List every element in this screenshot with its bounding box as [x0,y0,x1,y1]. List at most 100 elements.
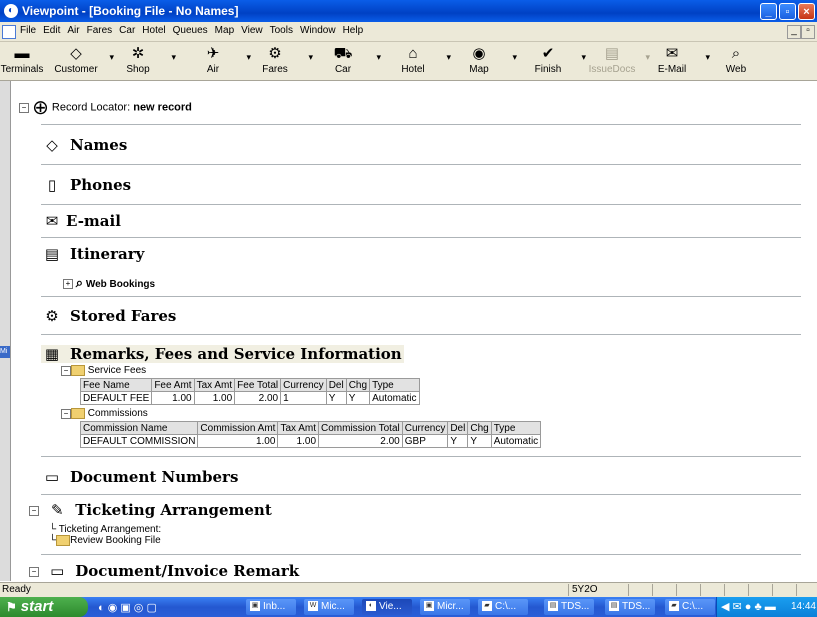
table-row[interactable]: DEFAULT COMMISSION 1.00 1.00 2.00 GBP Y Y Autom… [79,434,542,448]
table-cell: 1.00 [193,391,236,405]
menu-item-map[interactable]: Map [215,25,234,36]
taskbar-button[interactable]: ◐ Vie... [362,599,412,615]
menu-item-air[interactable]: Air [67,25,79,36]
table-cell: Commission Name [79,421,199,435]
collapse-toggle-icon[interactable]: − [29,506,39,516]
toolbar-hotel-button[interactable]: ⌂ Hotel ▾ [383,44,451,75]
mdi-minimize-button[interactable]: _ [787,25,801,39]
menu-item-car[interactable]: Car [119,25,135,36]
section-phones[interactable]: ▯ Phones [41,176,131,194]
taskbar-button[interactable]: ▰ C:\... [665,599,715,615]
task-app-icon: ▰ [669,601,679,612]
toolbar-web-button[interactable]: ⌕ Web [706,44,766,75]
menu-item-hotel[interactable]: Hotel [142,25,165,36]
background-window-tab[interactable]: Mi [0,346,10,358]
document-icon: ▤ [604,45,620,62]
section-email[interactable]: ✉ E-mail [41,212,121,230]
toolbar-fares-button[interactable]: ⚙ Fares ▾ [245,44,313,75]
taskbar-button[interactable]: ▤ TDS... [544,599,594,615]
menu-item-help[interactable]: Help [343,25,364,36]
section-document-numbers[interactable]: ▭ Document Numbers [41,468,239,486]
review-booking-file-item[interactable]: └ Review Booking File [49,535,161,546]
taskbar-button[interactable]: ▰ C:\... [478,599,528,615]
folder-icon [56,535,71,546]
toolbar-issuedocs-button[interactable]: ▤ IssueDocs ▾ [582,44,650,75]
toolbar-car-button[interactable]: ⛟ Car ▾ [313,44,381,75]
title-bar: ◐ Viewpoint - [Booking File - No Names] … [0,0,817,22]
toolbar-label: Car [334,64,352,75]
taskbar-button[interactable]: ▤ TDS... [605,599,655,615]
task-app-icon: ▤ [548,601,558,612]
quick-launch-icons[interactable]: ◐ ◉ ▣ ◎ ▢ [98,601,157,614]
car-icon: ⛟ [333,45,353,62]
section-remarks[interactable]: ▦ Remarks, Fees and Service Information [41,345,404,363]
section-document-invoice-remark[interactable]: − ▭ Document/Invoice Remark [29,562,299,580]
menu-item-fares[interactable]: Fares [87,25,113,36]
service-fees-node[interactable]: − Service Fees [61,365,146,376]
divider [41,554,801,555]
close-button[interactable]: × [798,3,815,20]
collapse-toggle-icon[interactable]: − [19,102,29,113]
dropdown-arrow-icon[interactable]: ▾ [512,52,517,63]
toolbar-terminals-button[interactable]: ▬ Terminals [0,44,52,75]
windows-flag-icon: ⚑ [6,600,17,614]
divider [41,204,801,205]
taskbar-button[interactable]: W Mic... [304,599,354,615]
status-pane [748,584,771,596]
mdi-restore-button[interactable]: ▫ [801,25,815,39]
ticketing-arrangement-item[interactable]: └ Ticketing Arrangement: [49,524,161,535]
tray-icons[interactable]: ◀ ✉ ● ♣ ▬ [721,600,776,613]
email-icon: ✉ [665,45,679,62]
section-names[interactable]: ◇ Names [41,136,127,154]
section-stored-fares[interactable]: ⚙ Stored Fares [41,307,176,325]
menu-item-queues[interactable]: Queues [173,25,208,36]
collapse-toggle-icon[interactable]: − [29,567,39,577]
menu-item-file[interactable]: File [20,25,36,36]
web-bookings-item[interactable]: + ⌕ Web Bookings [63,275,155,291]
table-cell: Y [447,434,469,448]
document-numbers-icon: ▭ [44,468,60,486]
maximize-button[interactable]: ▫ [779,3,796,20]
menu-item-view[interactable]: View [241,25,263,36]
section-ticketing[interactable]: − ✎ Ticketing Arrangement [29,501,272,519]
table-cell: Fee Total [234,378,282,392]
toolbar-finish-button[interactable]: ✔ Finish ▾ [518,44,586,75]
table-row[interactable]: DEFAULT FEE 1.00 1.00 2.00 1 Y Y Automatic [79,391,420,405]
section-remarks-label: Remarks, Fees and Service Information [70,345,402,363]
dropdown-arrow-icon[interactable]: ▾ [376,52,381,63]
table-cell: 1.00 [277,434,320,448]
table-cell: Tax Amt [193,378,236,392]
commissions-label: Commissions [87,408,148,420]
toolbar-map-button[interactable]: ◉ Map ▾ [449,44,517,75]
toolbar-email-button[interactable]: ✉ E-Mail ▾ [642,44,710,75]
toolbar-label: IssueDocs [588,64,636,75]
expand-toggle-icon[interactable]: + [63,279,73,290]
toolbar-customer-button[interactable]: ◇ Customer ▾ [46,44,114,75]
divider [41,237,801,238]
document-window-icon[interactable] [2,25,16,39]
section-document-invoice-label: Document/Invoice Remark [75,562,300,580]
viewpoint-app-icon[interactable]: ◐ [4,4,18,18]
record-locator-label: Record Locator: [51,101,131,114]
section-names-label: Names [70,136,128,154]
toolbar-air-button[interactable]: ✈ Air ▾ [183,44,251,75]
menu-item-tools[interactable]: Tools [270,25,293,36]
menu-item-window[interactable]: Window [300,25,336,36]
dropdown-arrow-icon[interactable]: ▾ [171,52,176,63]
start-button[interactable]: ⚑ start [0,597,88,617]
toolbar-shop-button[interactable]: ✲ Shop ▾ [108,44,176,75]
collapse-toggle-icon[interactable]: − [61,365,71,376]
status-code: 5Y2O [572,584,598,595]
section-itinerary[interactable]: ▤ Itinerary [41,245,144,263]
invoice-remark-icon: ▭ [50,562,65,580]
toolbar-label: Shop [126,64,150,75]
minimize-button[interactable]: _ [760,3,777,20]
taskbar-button[interactable]: ▣ Micr... [420,599,470,615]
menu-item-edit[interactable]: Edit [43,25,60,36]
taskbar-button[interactable]: ▣ Inb... [246,599,296,615]
stored-fares-icon: ⚙ [45,307,59,325]
collapse-toggle-icon[interactable]: − [61,408,71,419]
table-cell: Tax Amt [277,421,320,435]
commissions-node[interactable]: − Commissions [61,408,148,419]
task-label: Vie... [379,601,402,612]
